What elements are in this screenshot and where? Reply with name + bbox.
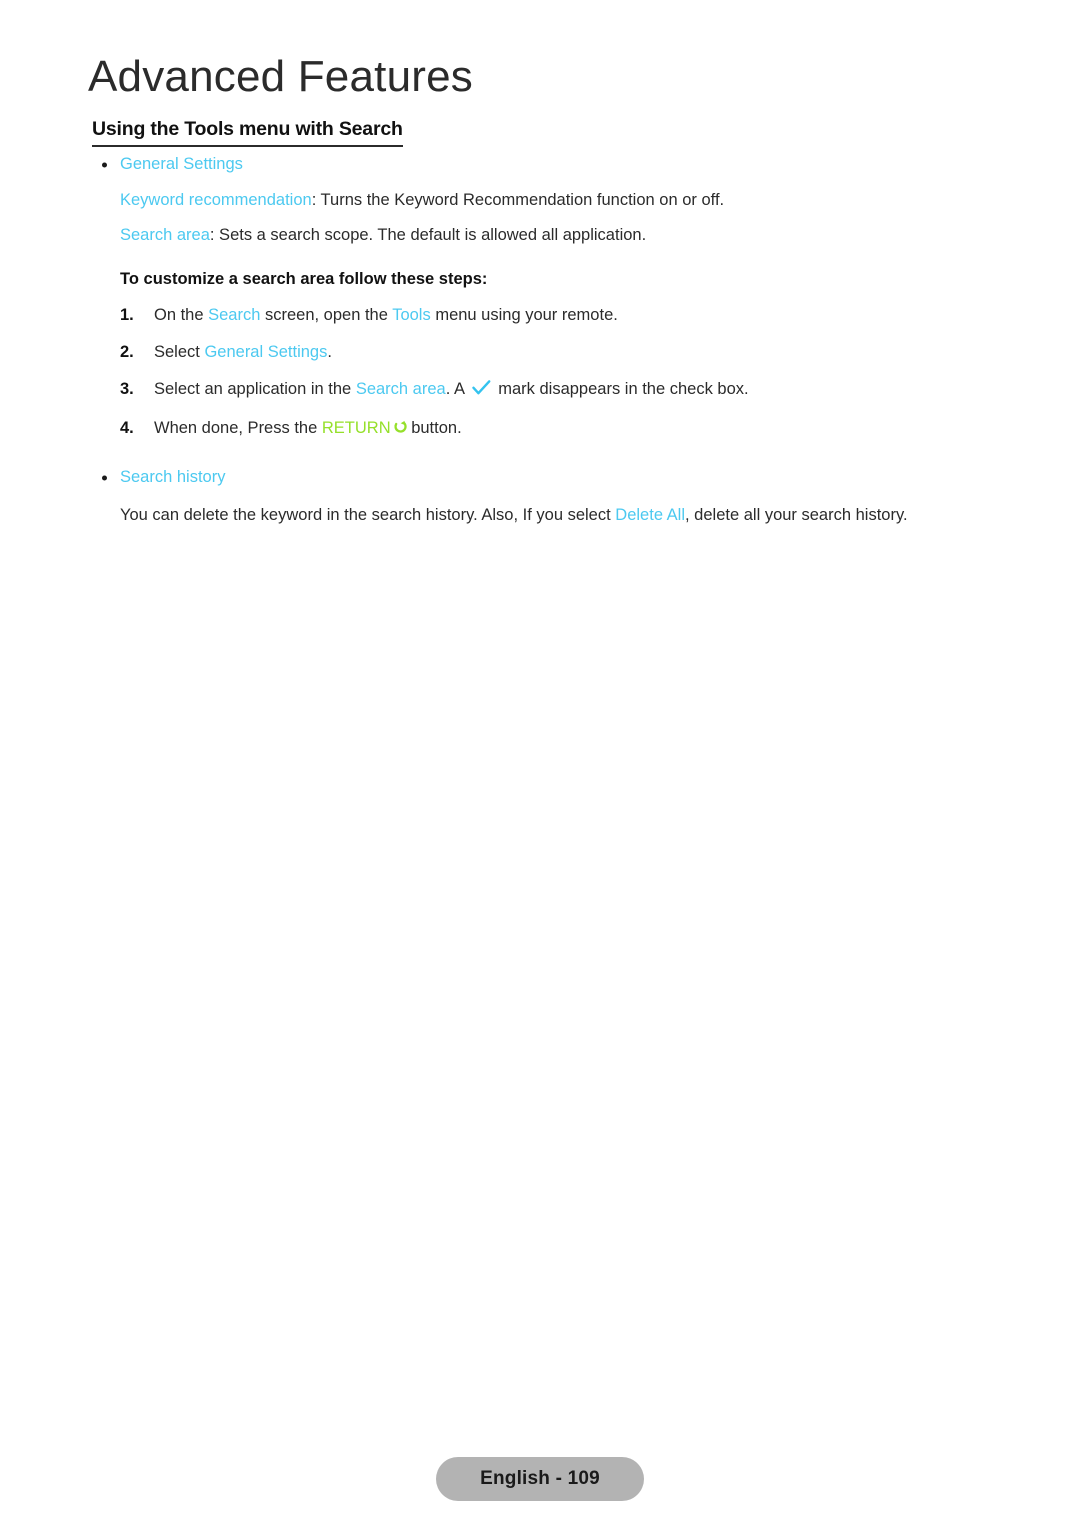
search-history-block: Search history You can delete the keywor… (92, 465, 992, 528)
step-3-highlight-search-area: Search area (355, 380, 446, 399)
step-2-highlight-general-settings: General Settings (204, 343, 328, 362)
procedure-steps: 1. On the Search screen, open the Tools m… (92, 304, 992, 443)
step-2-text-after: . (327, 343, 332, 362)
manual-page: Advanced Features Using the Tools menu w… (0, 0, 1080, 1534)
bullet-dot-icon (102, 475, 107, 481)
step-1-number: 1. (120, 306, 134, 325)
page-content: General Settings Keyword recommendation:… (92, 152, 992, 528)
step-3: 3. Select an application in the Search ar… (92, 378, 992, 404)
search-area-description: : Sets a search scope. The default is al… (209, 225, 647, 244)
step-4: 4. When done, Press the RETURN button. (92, 417, 992, 443)
keyword-recommendation-description: : Turns the Keyword Recommendation funct… (311, 191, 725, 209)
step-1-highlight-tools: Tools (392, 306, 431, 325)
chapter-title: Advanced Features (88, 52, 473, 101)
keyword-recommendation-paragraph: Keyword recommendation: Turns the Keywor… (92, 188, 992, 213)
check-mark-icon (471, 380, 491, 404)
step-3-text-after: mark disappears in the check box. (493, 380, 749, 399)
search-history-label: Search history (120, 468, 226, 487)
step-4-number: 4. (120, 419, 134, 438)
search-history-text-before: You can delete the keyword in the search… (120, 506, 616, 525)
step-1: 1. On the Search screen, open the Tools m… (92, 304, 992, 328)
keyword-recommendation-term: Keyword recommendation (120, 191, 312, 209)
step-2-number: 2. (120, 343, 134, 362)
delete-all-highlight: Delete All (615, 506, 686, 525)
search-history-paragraph: You can delete the keyword in the search… (92, 503, 992, 528)
step-1-text-middle: screen, open the (260, 306, 393, 325)
procedure-intro: To customize a search area follow these … (120, 269, 488, 288)
step-3-number: 3. (120, 380, 134, 399)
step-4-text-before: When done, Press the (154, 419, 322, 438)
step-1-highlight-search: Search (208, 306, 261, 325)
bullet-dot-icon (102, 162, 107, 168)
bullet-general-settings: General Settings (92, 152, 992, 178)
step-3-text-before: Select an application in the (154, 380, 356, 399)
return-arrow-icon (392, 419, 407, 443)
step-1-text-after: menu using your remote. (430, 306, 618, 325)
search-area-term: Search area (120, 225, 210, 244)
bullet-search-history: Search history (92, 465, 992, 491)
step-2: 2. Select General Settings. (92, 341, 992, 365)
step-3-text-middle: . A (445, 380, 469, 399)
step-4-text-after: button. (406, 419, 462, 438)
section-heading: Using the Tools menu with Search (92, 118, 403, 147)
return-button-label: RETURN (321, 419, 391, 438)
page-footer: English - 109 (0, 1457, 1080, 1501)
general-settings-label: General Settings (120, 155, 243, 174)
search-area-paragraph: Search area: Sets a search scope. The de… (92, 223, 992, 248)
step-2-text-before: Select (154, 343, 205, 362)
step-1-text-before: On the (154, 306, 209, 325)
search-history-text-after: , delete all your search history. (685, 506, 908, 525)
page-number-badge: English - 109 (436, 1457, 644, 1501)
